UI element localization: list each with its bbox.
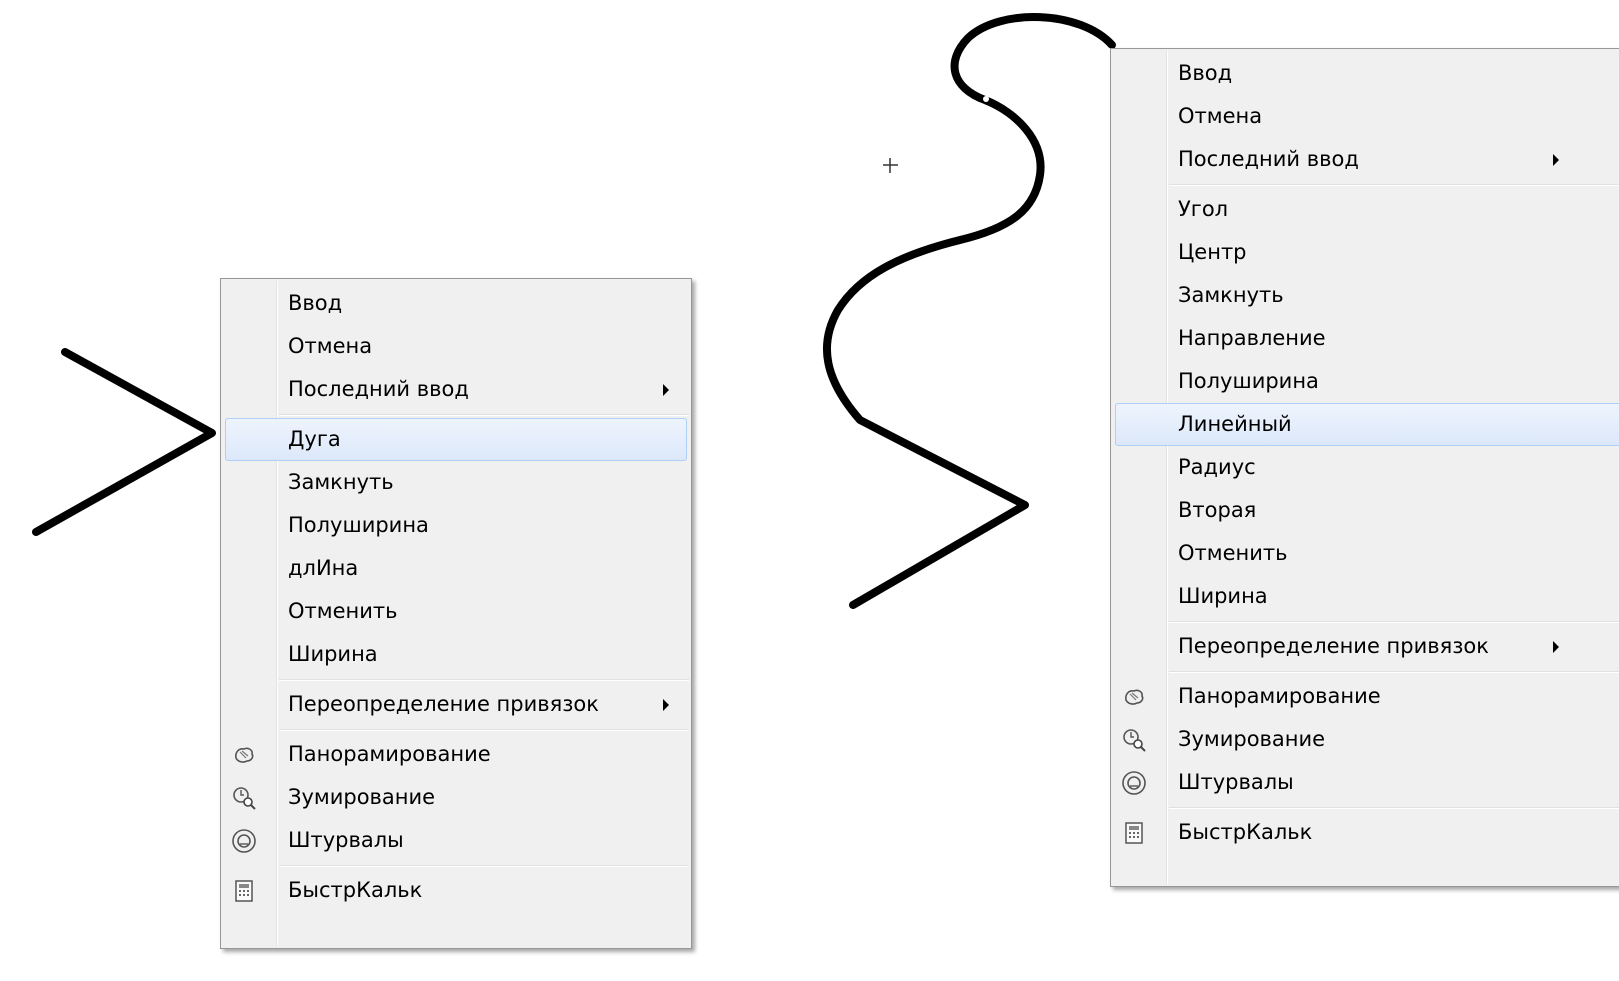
menu-item-steering-wheels[interactable]: Штурвалы <box>1111 761 1619 804</box>
menu-separator <box>221 862 691 869</box>
menu-item-center[interactable]: Центр <box>1111 231 1619 274</box>
menu-item-second-pt[interactable]: Вторая <box>1111 489 1619 532</box>
menu-item-radius[interactable]: Радиус <box>1111 446 1619 489</box>
menu-item-zoom[interactable]: Зумирование <box>221 776 691 819</box>
menu-item-quickcalc[interactable]: БыстрКальк <box>1111 811 1619 854</box>
menu-item-recent-input[interactable]: Последний ввод <box>221 368 691 411</box>
menu-item-pan[interactable]: Панорамирование <box>1111 675 1619 718</box>
menu-item-recent-input[interactable]: Последний ввод <box>1111 138 1619 181</box>
zoom-icon <box>1123 729 1146 752</box>
menu-item-close[interactable]: Замкнуть <box>1111 274 1619 317</box>
calculator-icon <box>1125 822 1143 844</box>
context-menu-left: Ввод Отмена Последний ввод Дуга Замкнуть… <box>220 278 692 949</box>
menu-item-snap-overrides[interactable]: Переопределение привязок <box>1111 625 1619 668</box>
menu-item-halfwidth[interactable]: Полуширина <box>221 504 691 547</box>
menu-item-halfwidth[interactable]: Полуширина <box>1111 360 1619 403</box>
menu-item-enter[interactable]: Ввод <box>1111 52 1619 95</box>
menu-item-length[interactable]: длИна <box>221 547 691 590</box>
menu-separator <box>221 676 691 683</box>
grip-point <box>983 96 989 102</box>
polyline-left <box>32 348 216 536</box>
menu-item-enter[interactable]: Ввод <box>221 282 691 325</box>
submenu-arrow-icon <box>1553 154 1559 166</box>
menu-item-undo[interactable]: Отменить <box>221 590 691 633</box>
menu-item-close[interactable]: Замкнуть <box>221 461 691 504</box>
polyline-right-arc <box>823 13 1116 609</box>
menu-separator <box>1111 804 1619 811</box>
steering-wheel-icon <box>232 829 256 853</box>
submenu-arrow-icon <box>663 699 669 711</box>
menu-item-quickcalc[interactable]: БыстрКальк <box>221 869 691 912</box>
zoom-icon <box>233 787 256 810</box>
menu-item-undo[interactable]: Отменить <box>1111 532 1619 575</box>
context-menu-right: Ввод Отмена Последний ввод Угол Центр За… <box>1110 48 1619 887</box>
menu-separator <box>1111 668 1619 675</box>
submenu-arrow-icon <box>663 384 669 396</box>
steering-wheel-icon <box>1122 771 1146 795</box>
menu-item-pan[interactable]: Панорамирование <box>221 733 691 776</box>
menu-item-cancel[interactable]: Отмена <box>1111 95 1619 138</box>
submenu-arrow-icon <box>1553 641 1559 653</box>
menu-separator <box>1111 181 1619 188</box>
menu-item-steering-wheels[interactable]: Штурвалы <box>221 819 691 862</box>
menu-item-direction[interactable]: Направление <box>1111 317 1619 360</box>
menu-item-width[interactable]: Ширина <box>1111 575 1619 618</box>
pan-icon <box>1125 689 1144 705</box>
menu-item-width[interactable]: Ширина <box>221 633 691 676</box>
menu-item-cancel[interactable]: Отмена <box>221 325 691 368</box>
crosshair-cursor <box>883 158 898 173</box>
menu-item-snap-overrides[interactable]: Переопределение привязок <box>221 683 691 726</box>
menu-item-line[interactable]: Линейный <box>1115 403 1619 446</box>
menu-item-angle[interactable]: Угол <box>1111 188 1619 231</box>
menu-separator <box>1111 618 1619 625</box>
menu-separator <box>221 726 691 733</box>
menu-separator <box>221 411 691 418</box>
menu-item-arc[interactable]: Дуга <box>225 418 687 461</box>
menu-item-zoom[interactable]: Зумирование <box>1111 718 1619 761</box>
calculator-icon <box>235 880 253 902</box>
pan-icon <box>235 747 254 763</box>
